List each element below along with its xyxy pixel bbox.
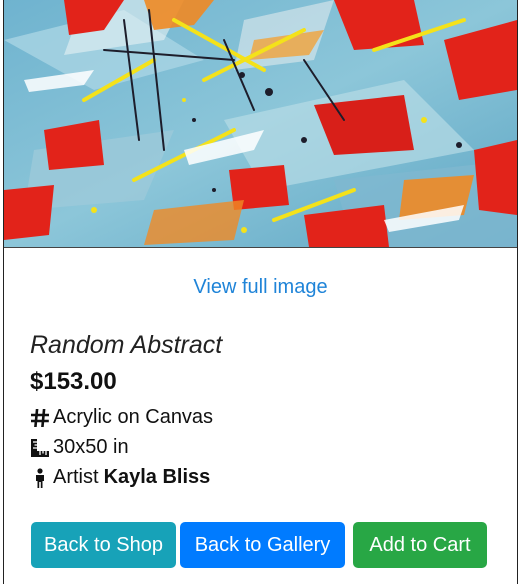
medium-row: Acrylic on Canvas bbox=[30, 406, 213, 429]
product-price: $153.00 bbox=[30, 368, 117, 395]
add-to-cart-button[interactable]: Add to Cart bbox=[353, 522, 487, 568]
back-to-shop-button[interactable]: Back to Shop bbox=[31, 522, 176, 568]
ruler-icon bbox=[30, 438, 50, 458]
artist-row: Artist Kayla Bliss bbox=[30, 466, 210, 489]
size-text: 30x50 in bbox=[53, 436, 129, 458]
medium-text: Acrylic on Canvas bbox=[53, 406, 214, 428]
product-title: Random Abstract bbox=[30, 331, 223, 359]
product-card: View full image Random Abstract $153.00 … bbox=[3, 0, 518, 584]
view-full-image-link[interactable]: View full image bbox=[4, 276, 517, 299]
artwork-image[interactable] bbox=[4, 0, 517, 248]
size-row: 30x50 in bbox=[30, 436, 129, 459]
back-to-gallery-button[interactable]: Back to Gallery bbox=[180, 522, 345, 568]
person-icon bbox=[30, 467, 50, 488]
artist-label: Artist bbox=[53, 466, 99, 488]
artist-name: Kayla Bliss bbox=[103, 466, 211, 488]
hashtag-icon bbox=[30, 408, 50, 428]
